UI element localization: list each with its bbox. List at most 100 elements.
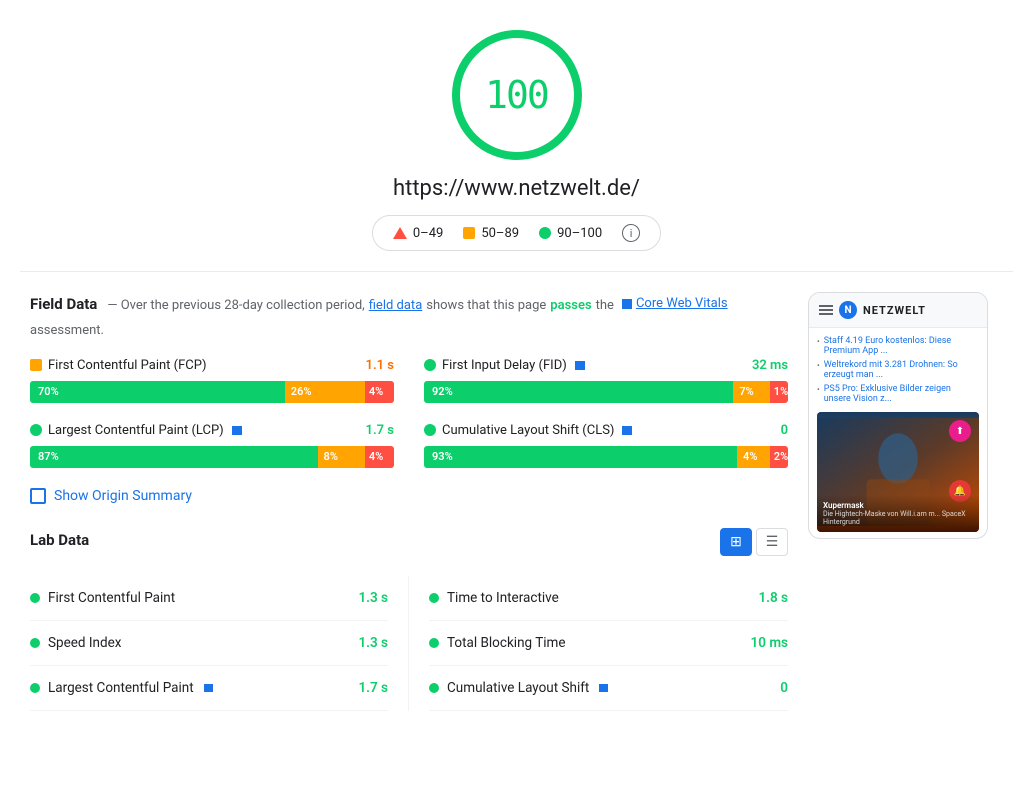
lab-tbt-icon [429, 638, 439, 648]
fid-flag-icon [575, 361, 585, 370]
poor-range: 0–49 [413, 226, 443, 241]
news-item-3-text: PS5 Pro: Exklusive Bilder zeigen unsere … [824, 384, 979, 404]
legend-good: 90–100 [539, 226, 602, 241]
phone-image-title: Xupermask [823, 501, 973, 510]
core-web-vitals-link[interactable]: Core Web Vitals [636, 294, 728, 315]
show-origin-checkbox[interactable]: Show Origin Summary [30, 488, 788, 504]
lab-si-icon [30, 638, 40, 648]
lab-fcp-label-group: First Contentful Paint [30, 590, 175, 606]
score-value: 100 [485, 73, 548, 117]
list-icon: ☰ [766, 534, 779, 550]
fcp-metric: First Contentful Paint (FCP) 1.1 s 70% 2… [30, 358, 394, 403]
lab-si-label-group: Speed Index [30, 635, 121, 651]
badge-square-icon [622, 299, 632, 309]
fid-bar-orange: 7% [733, 381, 769, 403]
fid-bar: 92% 7% 1% [424, 381, 788, 403]
grid-icon: ⊞ [730, 534, 742, 550]
poor-icon [393, 227, 407, 239]
needs-improvement-range: 50–89 [481, 226, 519, 241]
lcp-bar-green: 87% [30, 446, 318, 468]
cls-label: Cumulative Layout Shift (CLS) [424, 423, 632, 438]
fcp-status-icon [30, 359, 42, 371]
view-toggle: ⊞ ☰ [720, 528, 788, 556]
lab-cls-label: Cumulative Layout Shift [447, 680, 589, 696]
site-url: https://www.netzwelt.de/ [393, 176, 640, 201]
cls-metric: Cumulative Layout Shift (CLS) 0 93% 4% 2… [424, 423, 788, 468]
list-view-button[interactable]: ☰ [756, 528, 788, 556]
lab-lcp-label: Largest Contentful Paint [48, 680, 194, 696]
news-item-2-text: Weltrekord mit 3.281 Drohnen: So erzeugt… [824, 360, 979, 380]
lab-cls-row: Cumulative Layout Shift 0 [429, 666, 788, 711]
field-data-shows: shows that this page [426, 296, 546, 317]
news-item-2: • Weltrekord mit 3.281 Drohnen: So erzeu… [817, 358, 979, 382]
phone-image-overlay: Xupermask Die Hightech-Maske von Will.i.… [817, 495, 979, 532]
fcp-bar-green: 70% [30, 381, 285, 403]
news-item-3: • PS5 Pro: Exklusive Bilder zeigen unser… [817, 382, 979, 406]
phone-mockup: N NETZWELT • Staff 4.19 Euro kostenlos: … [808, 292, 988, 539]
lab-fcp-row: First Contentful Paint 1.3 s [30, 576, 388, 621]
fcp-value: 1.1 s [366, 358, 394, 373]
lab-col-left: First Contentful Paint 1.3 s Speed Index… [30, 576, 409, 711]
metrics-grid: First Contentful Paint (FCP) 1.1 s 70% 2… [30, 358, 788, 468]
fid-metric: First Input Delay (FID) 32 ms 92% 7% 1% [424, 358, 788, 403]
core-web-vitals-badge: Core Web Vitals [622, 294, 728, 315]
lcp-label: Largest Contentful Paint (LCP) [30, 423, 242, 438]
good-range: 90–100 [557, 226, 602, 241]
lab-data-section: Lab Data ⊞ ☰ First Contentful Paint [30, 528, 788, 711]
netzwelt-brand: NETZWELT [863, 304, 926, 317]
fid-bar-red: 1% [770, 381, 788, 403]
fcp-bar-red: 4% [365, 381, 394, 403]
share-button[interactable]: ⬆ [949, 420, 971, 442]
right-panel: N NETZWELT • Staff 4.19 Euro kostenlos: … [808, 292, 1003, 711]
fid-value: 32 ms [752, 358, 788, 373]
cls-value: 0 [781, 423, 788, 438]
phone-image: ⬆ 🔔 Xupermask Die Hightech-Maske von Wil… [817, 412, 979, 532]
lab-lcp-flag-icon [204, 684, 213, 692]
cls-status-icon [424, 424, 436, 436]
cls-bar-red: 2% [770, 446, 788, 468]
lab-lcp-label-group: Largest Contentful Paint [30, 680, 213, 696]
lcp-bar: 87% 8% 4% [30, 446, 394, 468]
cls-bar-green: 93% [424, 446, 737, 468]
lcp-bar-red: 4% [365, 446, 394, 468]
cls-bar: 93% 4% 2% [424, 446, 788, 468]
field-data-header: Field Data — Over the previous 28-day co… [30, 292, 788, 342]
legend-poor: 0–49 [393, 226, 443, 241]
lab-tti-icon [429, 593, 439, 603]
field-data-desc: — Over the previous 28-day collection pe… [107, 296, 364, 317]
lab-cls-label-group: Cumulative Layout Shift [429, 680, 608, 696]
lcp-flag-icon [232, 426, 242, 435]
lab-tti-label: Time to Interactive [447, 590, 559, 606]
fid-label: First Input Delay (FID) [424, 358, 585, 373]
legend-needs-improvement: 50–89 [463, 226, 519, 241]
lab-cls-icon [429, 683, 439, 693]
hamburger-icon [819, 305, 833, 315]
lab-data-header: Lab Data ⊞ ☰ [30, 528, 788, 556]
field-data-link[interactable]: field data [369, 296, 423, 317]
assessment-text: assessment. [30, 321, 104, 342]
good-icon [539, 227, 551, 239]
lab-tbt-value: 10 ms [751, 635, 788, 651]
lab-lcp-icon [30, 683, 40, 693]
lab-si-label: Speed Index [48, 635, 121, 651]
lab-tbt-row: Total Blocking Time 10 ms [429, 621, 788, 666]
score-section: 100 https://www.netzwelt.de/ 0–49 50–89 … [0, 0, 1033, 271]
phone-image-sub: Die Hightech-Maske von Will.i.am m... Sp… [823, 510, 973, 526]
phone-header: N NETZWELT [809, 293, 987, 328]
left-panel: Field Data — Over the previous 28-day co… [30, 292, 788, 711]
cls-flag-icon [622, 426, 632, 435]
grid-view-button[interactable]: ⊞ [720, 528, 752, 556]
info-icon[interactable]: i [622, 224, 640, 242]
lcp-status-icon [30, 424, 42, 436]
news-list: • Staff 4.19 Euro kostenlos: Diese Premi… [817, 334, 979, 406]
fcp-bar-orange: 26% [285, 381, 365, 403]
lcp-value: 1.7 s [366, 423, 394, 438]
lab-tbt-label: Total Blocking Time [447, 635, 566, 651]
phone-content: • Staff 4.19 Euro kostenlos: Diese Premi… [809, 328, 987, 538]
fid-bar-green: 92% [424, 381, 733, 403]
lab-si-value: 1.3 s [358, 635, 388, 651]
cls-bar-orange: 4% [737, 446, 770, 468]
lab-fcp-value: 1.3 s [358, 590, 388, 606]
lab-col-right: Time to Interactive 1.8 s Total Blocking… [409, 576, 788, 711]
netzwelt-n-logo: N [839, 301, 857, 319]
